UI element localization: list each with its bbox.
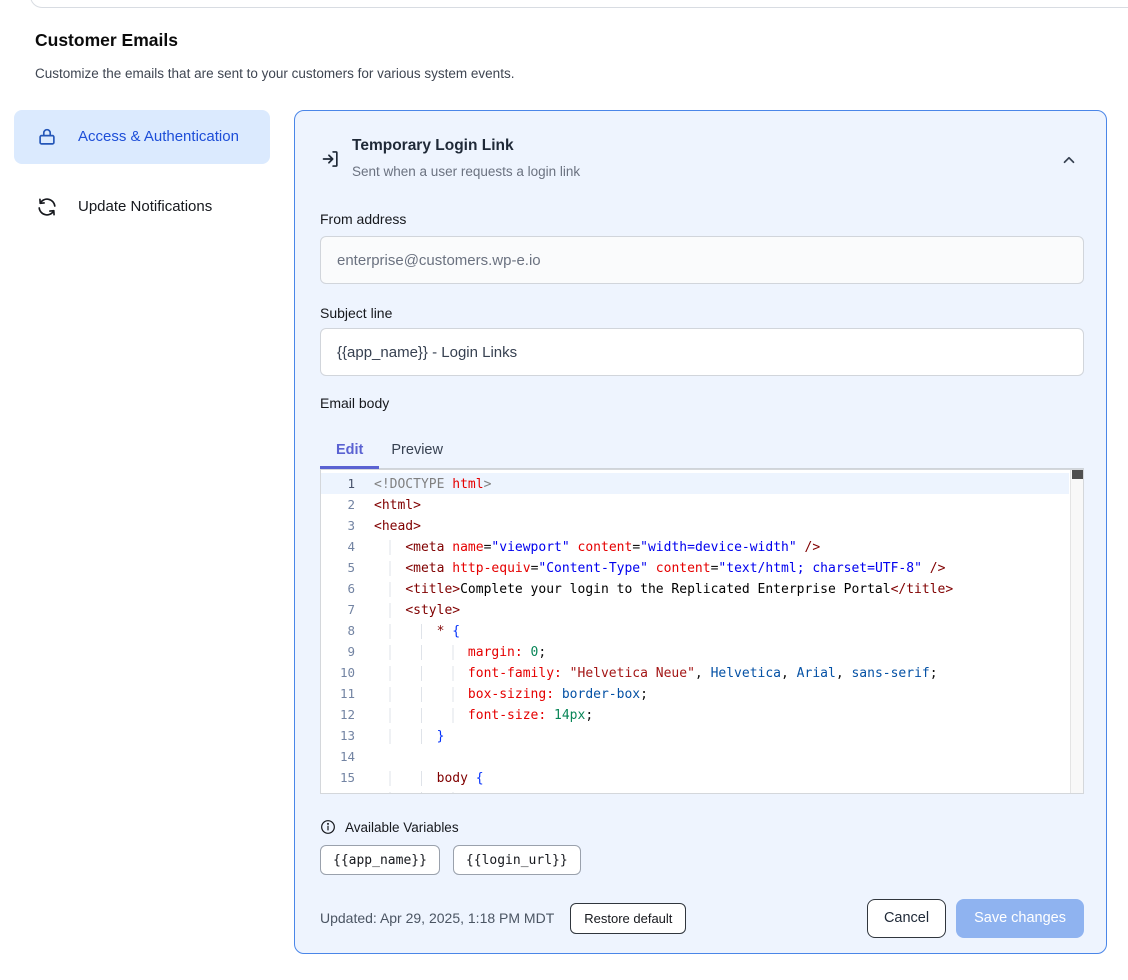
line-number: 9 [321, 641, 355, 662]
code-line[interactable]: 15 body { [321, 767, 1069, 788]
line-number: 3 [321, 515, 355, 536]
restore-default-button[interactable]: Restore default [570, 903, 686, 934]
code-line[interactable]: 11 box-sizing: border-box; [321, 683, 1069, 704]
line-number: 10 [321, 662, 355, 683]
line-number: 4 [321, 536, 355, 557]
line-number: 15 [321, 767, 355, 788]
from-address-label: From address [320, 211, 406, 227]
line-number: 11 [321, 683, 355, 704]
code-line[interactable]: 12 font-size: 14px; [321, 704, 1069, 725]
code-line[interactable]: 7 <style> [321, 599, 1069, 620]
code-line[interactable]: 13 } [321, 725, 1069, 746]
lock-icon [36, 126, 58, 148]
active-tab-underline [320, 466, 379, 469]
code-line[interactable]: 16 background-color: #f6f6f6; [321, 788, 1069, 794]
info-icon [320, 819, 336, 835]
chevron-up-icon[interactable] [1060, 151, 1080, 171]
updated-timestamp: Updated: Apr 29, 2025, 1:18 PM MDT [320, 910, 554, 926]
line-number: 7 [321, 599, 355, 620]
code-line[interactable]: 10 font-family: "Helvetica Neue", Helvet… [321, 662, 1069, 683]
variable-chips: {{app_name}} {{login_url}} [320, 845, 581, 875]
editor-scrollbar-thumb[interactable] [1072, 470, 1083, 479]
sidebar: Access & Authentication Update Notificati… [14, 110, 270, 250]
email-body-tabs: Edit Preview [320, 431, 1084, 469]
line-number: 1 [321, 473, 355, 494]
panel-footer: Updated: Apr 29, 2025, 1:18 PM MDT Resto… [320, 898, 1084, 938]
tab-preview[interactable]: Preview [391, 442, 443, 458]
panel-subtitle: Sent when a user requests a login link [352, 164, 580, 179]
from-address-input[interactable] [320, 236, 1084, 284]
variable-chip[interactable]: {{app_name}} [320, 845, 440, 875]
code-line[interactable]: 1<!DOCTYPE html> [321, 473, 1069, 494]
code-line[interactable]: 6 <title>Complete your login to the Repl… [321, 578, 1069, 599]
code-line[interactable]: 2<html> [321, 494, 1069, 515]
line-number: 6 [321, 578, 355, 599]
email-body-label: Email body [320, 395, 389, 411]
subject-line-input[interactable] [320, 328, 1084, 376]
code-line[interactable]: 8 * { [321, 620, 1069, 641]
cancel-button[interactable]: Cancel [867, 899, 946, 938]
available-variables-row: Available Variables [320, 819, 459, 835]
subject-line-label: Subject line [320, 305, 392, 321]
code-line[interactable]: 3<head> [321, 515, 1069, 536]
code-line[interactable]: 5 <meta http-equiv="Content-Type" conten… [321, 557, 1069, 578]
line-number: 16 [321, 788, 355, 794]
code-line[interactable]: 9 margin: 0; [321, 641, 1069, 662]
line-number: 12 [321, 704, 355, 725]
code-editor[interactable]: 1<!DOCTYPE html>2<html>3<head>4 <meta na… [320, 469, 1084, 794]
code-area[interactable]: 1<!DOCTYPE html>2<html>3<head>4 <meta na… [321, 473, 1069, 794]
editor-scrollbar[interactable] [1070, 470, 1083, 793]
variable-chip[interactable]: {{login_url}} [453, 845, 581, 875]
top-card-edge [30, 0, 1128, 8]
tab-edit[interactable]: Edit [336, 442, 363, 458]
panel-title: Temporary Login Link [352, 137, 514, 155]
sidebar-item-label: Access & Authentication [78, 125, 239, 149]
sidebar-item-update-notifications[interactable]: Update Notifications [14, 183, 270, 231]
line-number: 13 [321, 725, 355, 746]
login-icon [321, 149, 341, 169]
email-settings-panel: Temporary Login Link Sent when a user re… [294, 110, 1107, 954]
code-line[interactable]: 4 <meta name="viewport" content="width=d… [321, 536, 1069, 557]
line-number: 2 [321, 494, 355, 515]
sidebar-item-access-authentication[interactable]: Access & Authentication [14, 110, 270, 164]
page-subtitle: Customize the emails that are sent to yo… [35, 66, 514, 81]
line-number: 8 [321, 620, 355, 641]
line-number: 5 [321, 557, 355, 578]
save-changes-button[interactable]: Save changes [956, 899, 1084, 938]
available-variables-label: Available Variables [345, 820, 459, 835]
sidebar-item-label: Update Notifications [78, 195, 212, 219]
code-line[interactable]: 14 [321, 746, 1069, 767]
sync-icon [36, 196, 58, 218]
page-title: Customer Emails [35, 30, 178, 51]
line-number: 14 [321, 746, 355, 767]
